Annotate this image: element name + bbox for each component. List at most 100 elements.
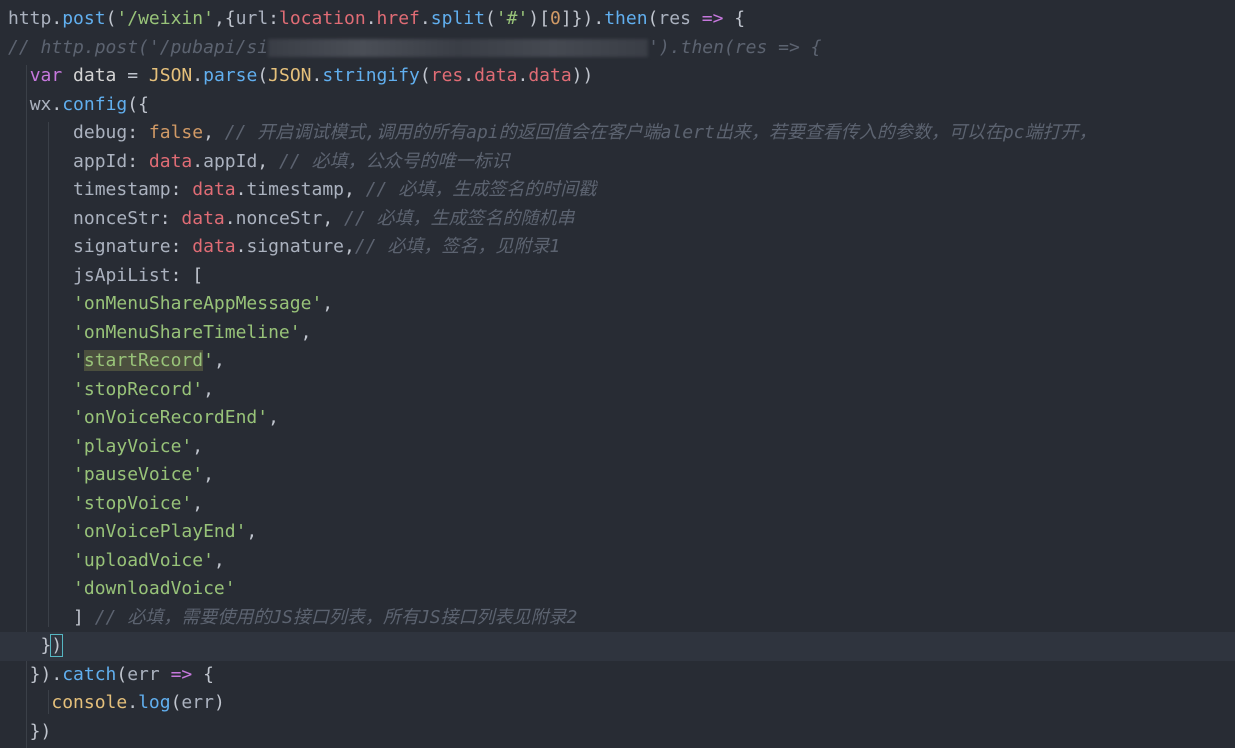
code-token: // http.post('/pubapi/si — [8, 36, 269, 58]
code-line[interactable]: signature: data.signature,// 必填，签名，见附录1 — [0, 233, 1235, 262]
code-token: 'onVoicePlayEnd' — [73, 521, 247, 542]
code-token: 'stopVoice' — [73, 492, 193, 514]
code-line[interactable]: 'onMenuShareTimeline', — [0, 319, 1235, 348]
code-token: ( — [170, 692, 182, 713]
code-editor[interactable]: http.post('/weixin',{url:location.href.s… — [0, 0, 1235, 748]
code-line[interactable]: }) — [0, 632, 1235, 661]
code-token: : — [159, 207, 182, 229]
code-token: , — [213, 549, 225, 571]
code-line[interactable]: nonceStr: data.nonceStr, // 必填，生成签名的随机串 — [0, 205, 1235, 234]
code-line[interactable]: console.log(err) — [0, 689, 1235, 718]
code-token: log — [138, 692, 171, 713]
code-token: . — [51, 93, 63, 115]
code-token: . — [365, 8, 377, 29]
code-line[interactable]: ] // 必填，需要使用的JS接口列表，所有JS接口列表见附录2 — [0, 604, 1235, 633]
code-token: jsApiList — [73, 264, 171, 286]
code-token: err — [127, 663, 160, 685]
code-token: data — [181, 207, 225, 229]
code-token: split — [430, 8, 485, 29]
code-token: data — [192, 179, 236, 200]
code-line[interactable]: 'playVoice', — [0, 433, 1235, 462]
code-token: 'downloadVoice' — [73, 578, 236, 599]
code-token: ] — [8, 606, 95, 628]
code-line[interactable]: // http.post('/pubapi/si ').then(res => { — [0, 34, 1235, 63]
code-line[interactable]: 'stopVoice', — [0, 490, 1235, 519]
code-token: , — [213, 350, 225, 371]
code-token: ( — [105, 8, 117, 29]
code-token: }). — [8, 663, 63, 685]
code-token: = — [116, 65, 149, 86]
code-token: signature — [246, 236, 345, 257]
code-token: => — [701, 8, 724, 29]
code-token: ' — [73, 350, 84, 371]
code-line[interactable]: 'stopRecord', — [0, 376, 1235, 405]
code-token: nonceStr — [235, 207, 323, 229]
code-token: { — [723, 8, 746, 29]
code-token: 'onVoiceRecordEnd' — [73, 407, 269, 428]
code-token: JSON — [148, 65, 193, 86]
code-token: : [ — [170, 264, 204, 286]
code-token: 'onMenuShareAppMessage' — [73, 293, 323, 314]
code-token: }) — [8, 720, 52, 742]
code-token: . — [517, 65, 529, 86]
code-token: . — [235, 236, 247, 257]
code-token: ]}). — [560, 8, 605, 29]
code-line[interactable]: }).catch(err => { — [0, 661, 1235, 690]
code-token: , — [192, 435, 204, 457]
code-token: ({ — [127, 93, 149, 115]
code-line[interactable]: 'pauseVoice', — [0, 461, 1235, 490]
code-token: , — [300, 321, 312, 343]
code-token: http — [8, 8, 52, 29]
code-token: . — [419, 8, 431, 29]
code-line[interactable]: 'onMenuShareAppMessage', — [0, 290, 1235, 319]
code-token: . — [192, 65, 204, 86]
code-token: data — [148, 150, 193, 172]
code-line[interactable]: jsApiList: [ — [0, 262, 1235, 291]
code-token: debug — [73, 122, 128, 143]
code-line[interactable]: 'onVoicePlayEnd', — [0, 518, 1235, 547]
code-line[interactable]: http.post('/weixin',{url:location.href.s… — [0, 5, 1235, 34]
code-token: wx — [29, 93, 52, 115]
code-token: ( — [647, 8, 659, 29]
code-token: // 必填，生成签名的时间戳 — [365, 179, 597, 200]
code-token: , — [203, 378, 214, 400]
code-token: then — [604, 8, 648, 29]
code-token: 'pauseVoice' — [73, 464, 204, 485]
code-token: timestamp — [246, 179, 345, 200]
code-token: catch — [62, 663, 117, 685]
code-line[interactable]: wx.config({ — [0, 91, 1235, 120]
code-line[interactable]: 'downloadVoice' — [0, 575, 1235, 604]
code-token: ,{ — [213, 8, 236, 29]
code-token: startRecord — [83, 350, 204, 371]
code-line[interactable]: appId: data.appId, // 必填，公众号的唯一标识 — [0, 148, 1235, 177]
code-token: => — [170, 663, 193, 685]
code-token: 0 — [549, 8, 561, 29]
code-line[interactable]: 'uploadVoice', — [0, 547, 1235, 576]
code-token: data — [73, 65, 117, 86]
code-token: 'onMenuShareTimeline' — [73, 321, 301, 343]
code-line[interactable]: 'startRecord', — [0, 347, 1235, 376]
code-token: , — [322, 293, 334, 314]
code-line[interactable]: 'onVoiceRecordEnd', — [0, 404, 1235, 433]
code-token: '/weixin' — [116, 8, 214, 29]
code-line[interactable]: var data = JSON.parse(JSON.stringify(res… — [0, 62, 1235, 91]
code-line[interactable]: timestamp: data.timestamp, // 必填，生成签名的时间… — [0, 176, 1235, 205]
code-token: ( — [116, 663, 128, 685]
code-token: . — [463, 65, 475, 86]
code-token: , — [344, 236, 355, 257]
code-line[interactable]: }) — [0, 718, 1235, 747]
code-line[interactable]: debug: false, // 开启调试模式,调用的所有api的返回值会在客户… — [0, 119, 1235, 148]
code-token: nonceStr — [73, 207, 160, 229]
code-token: , — [192, 492, 204, 514]
